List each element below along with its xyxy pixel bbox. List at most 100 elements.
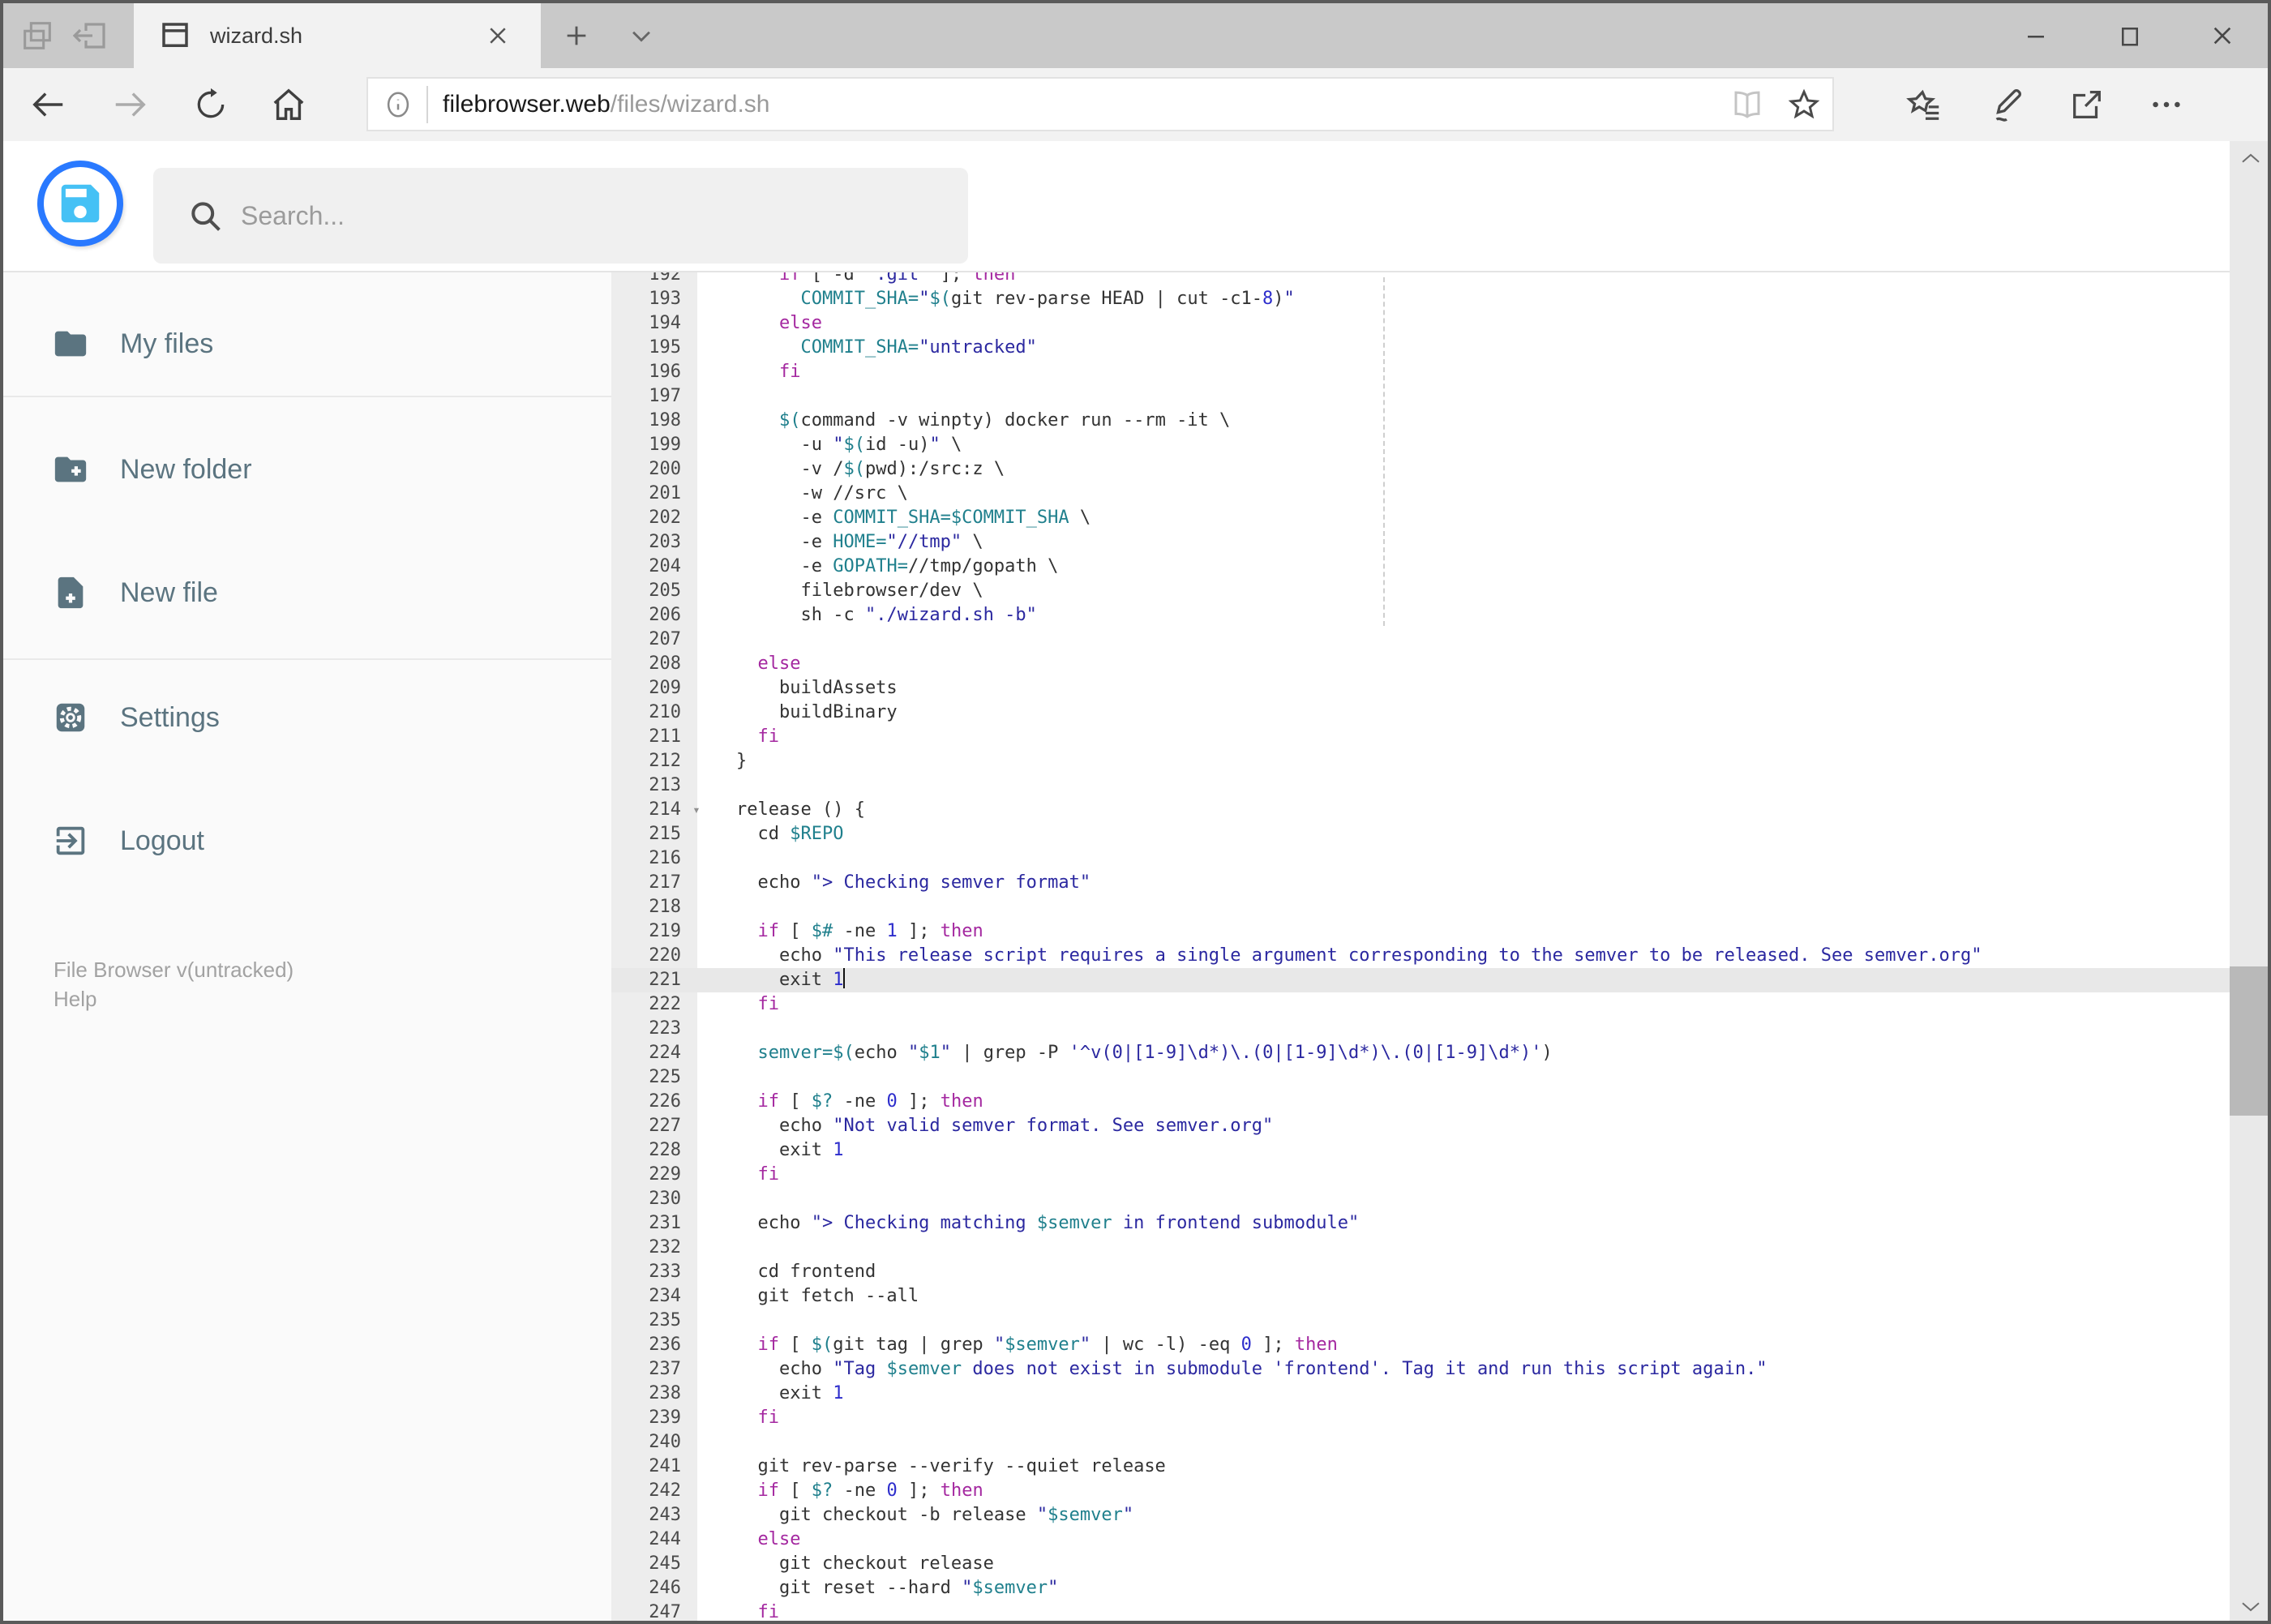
code-line[interactable]: 196 fi (611, 360, 2230, 384)
forward-button[interactable] (105, 68, 154, 141)
hub-button[interactable] (1899, 68, 1951, 141)
fold-gutter (681, 773, 712, 798)
search-input[interactable] (241, 200, 889, 231)
scrollbar-thumb[interactable] (2230, 966, 2268, 1116)
fold-gutter (681, 272, 712, 287)
favorite-star-icon[interactable] (1787, 88, 1821, 122)
code-line[interactable]: 197 (611, 384, 2230, 409)
more-menu-button[interactable] (2140, 68, 2192, 141)
scroll-down-button[interactable] (2230, 1588, 2268, 1621)
page-scrollbar[interactable] (2230, 141, 2268, 1621)
code-line[interactable]: 243 git checkout -b release "$semver" (611, 1503, 2230, 1528)
code-line[interactable]: 198 $(command -v winpty) docker run --rm… (611, 409, 2230, 433)
code-line[interactable]: 204 -e GOPATH=//tmp/gopath \ (611, 555, 2230, 579)
code-line[interactable]: 192 if [ -d ".git" ]; then (611, 272, 2230, 287)
code-line[interactable]: 211 fi (611, 725, 2230, 749)
close-button[interactable] (2194, 3, 2251, 68)
sidebar-item-my-files[interactable]: My files (3, 319, 611, 368)
code-line[interactable]: 225 (611, 1065, 2230, 1090)
url-text[interactable]: filebrowser.web/files/wizard.sh (443, 91, 770, 118)
code-line[interactable]: 239 fi (611, 1406, 2230, 1430)
filebrowser-logo[interactable] (37, 161, 123, 246)
address-bar[interactable]: filebrowser.web/files/wizard.sh (366, 77, 1834, 131)
code-line[interactable]: 221 exit 1 (611, 968, 2230, 992)
code-line[interactable]: 193 COMMIT_SHA="$(git rev-parse HEAD | c… (611, 287, 2230, 311)
code-line[interactable]: 212} (611, 749, 2230, 773)
code-line[interactable]: 213 (611, 773, 2230, 798)
code-line[interactable]: 231 echo "> Checking matching $semver in… (611, 1211, 2230, 1236)
code-line[interactable]: 207 (611, 628, 2230, 652)
code-line[interactable]: 205 filebrowser/dev \ (611, 579, 2230, 603)
code-line[interactable]: 195 COMMIT_SHA="untracked" (611, 336, 2230, 360)
code-line[interactable]: 247 fi (611, 1600, 2230, 1621)
code-line[interactable]: 238 exit 1 (611, 1382, 2230, 1406)
set-tabs-aside-button[interactable] (68, 3, 114, 68)
code-line[interactable]: 234 git fetch --all (611, 1284, 2230, 1309)
code-line[interactable]: 219 if [ $# -ne 1 ]; then (611, 919, 2230, 944)
code-line[interactable]: 203 -e HOME="//tmp" \ (611, 530, 2230, 555)
site-info-icon[interactable] (383, 89, 413, 120)
code-line[interactable]: 208 else (611, 652, 2230, 676)
code-line[interactable]: 201 -w //src \ (611, 482, 2230, 506)
code-line[interactable]: 217 echo "> Checking semver format" (611, 871, 2230, 895)
code-line[interactable]: 220 echo "This release script requires a… (611, 944, 2230, 968)
code-line[interactable]: 200 -v /$(pwd):/src:z \ (611, 457, 2230, 482)
code-text: if [ $? -ne 0 ]; then (757, 1480, 983, 1501)
browser-tab[interactable]: wizard.sh (134, 3, 541, 68)
code-line[interactable]: 223 (611, 1017, 2230, 1041)
code-editor[interactable]: 192 if [ -d ".git" ]; then 193 COMMIT_SHA… (611, 272, 2230, 1621)
fold-gutter (681, 1406, 712, 1430)
code-line[interactable]: 230 (611, 1187, 2230, 1211)
code-line[interactable]: 233 cd frontend (611, 1260, 2230, 1284)
code-line[interactable]: 245 git checkout release (611, 1552, 2230, 1576)
tabs-preview-button[interactable] (15, 3, 60, 68)
code-line[interactable]: 236 if [ $(git tag | grep "$semver" | wc… (611, 1333, 2230, 1357)
code-line[interactable]: 229 fi (611, 1163, 2230, 1187)
code-line[interactable]: 241 git rev-parse --verify --quiet relea… (611, 1455, 2230, 1479)
sidebar-item-settings[interactable]: Settings (3, 693, 611, 742)
minimize-button[interactable] (2007, 3, 2064, 68)
code-line[interactable]: 194 else (611, 311, 2230, 336)
back-button[interactable] (24, 68, 73, 141)
code-line[interactable]: 227 echo "Not valid semver format. See s… (611, 1114, 2230, 1138)
code-line[interactable]: 228 exit 1 (611, 1138, 2230, 1163)
code-line[interactable]: 244 else (611, 1528, 2230, 1552)
scroll-up-button[interactable] (2230, 141, 2268, 177)
code-line[interactable]: 206 sh -c "./wizard.sh -b" (611, 603, 2230, 628)
fold-arrow-icon[interactable]: ▾ (681, 798, 712, 822)
code-line[interactable]: 235 (611, 1309, 2230, 1333)
code-line[interactable]: 214 ▾ release () { (611, 798, 2230, 822)
reading-view-icon[interactable] (1730, 88, 1764, 122)
fold-gutter (681, 1552, 712, 1576)
code-line[interactable]: 232 (611, 1236, 2230, 1260)
new-tab-button[interactable] (556, 3, 597, 68)
refresh-button[interactable] (186, 68, 235, 141)
code-text: if [ $? -ne 0 ]; then (757, 1091, 983, 1112)
maximize-button[interactable] (2102, 3, 2158, 68)
code-line[interactable]: 199 -u "$(id -u)" \ (611, 433, 2230, 457)
code-line[interactable]: 210 buildBinary (611, 701, 2230, 725)
tab-close-icon[interactable] (486, 24, 510, 48)
sidebar-item-new-file[interactable]: New file (3, 568, 611, 617)
sidebar-item-new-folder[interactable]: New folder (3, 445, 611, 494)
code-line[interactable]: 209 buildAssets (611, 676, 2230, 701)
tab-list-button[interactable] (621, 3, 662, 68)
code-line[interactable]: 224 semver=$(echo "$1" | grep -P '^v(0|[… (611, 1041, 2230, 1065)
sidebar-item-logout[interactable]: Logout (3, 816, 611, 865)
code-line[interactable]: 218 (611, 895, 2230, 919)
code-line[interactable]: 226 if [ $? -ne 0 ]; then (611, 1090, 2230, 1114)
code-line[interactable]: 202 -e COMMIT_SHA=$COMMIT_SHA \ (611, 506, 2230, 530)
share-button-browser[interactable] (2061, 68, 2113, 141)
help-link[interactable]: Help (54, 987, 96, 1012)
code-line[interactable]: 216 (611, 846, 2230, 871)
search-bar[interactable] (153, 168, 968, 264)
annotate-button[interactable] (1980, 68, 2032, 141)
home-button[interactable] (264, 68, 313, 141)
code-line[interactable]: 240 (611, 1430, 2230, 1455)
code-line[interactable]: 222 fi (611, 992, 2230, 1017)
code-line[interactable]: 242 if [ $? -ne 0 ]; then (611, 1479, 2230, 1503)
code-line[interactable]: 215 cd $REPO (611, 822, 2230, 846)
code-line[interactable]: 246 git reset --hard "$semver" (611, 1576, 2230, 1600)
line-number: 207 (649, 629, 681, 649)
code-line[interactable]: 237 echo "Tag $semver does not exist in … (611, 1357, 2230, 1382)
